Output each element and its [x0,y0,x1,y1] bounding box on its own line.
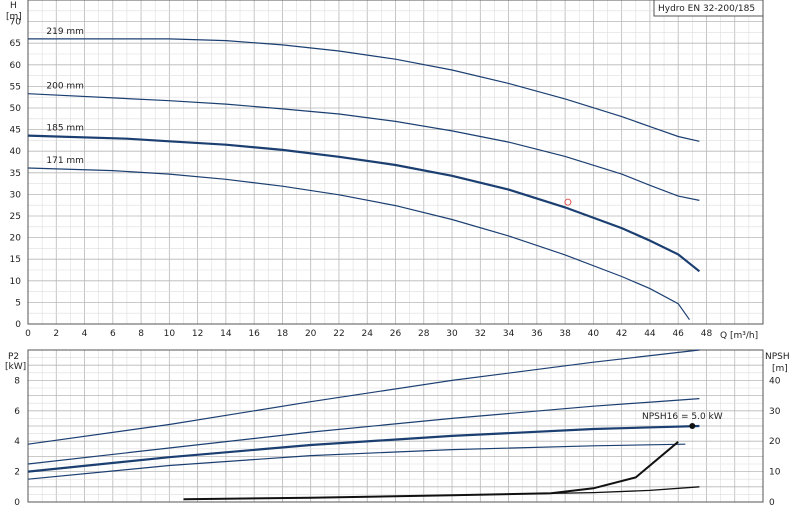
power-curve-1 [27,349,700,445]
x-tick-label: 10 [164,329,176,339]
x-tick-label: 6 [110,329,116,339]
x-tick-label: 14 [220,329,232,339]
y-tick-label: 55 [10,82,21,92]
y-tick-label: 60 [10,61,22,71]
power-tick-label: 8 [14,376,20,386]
power-npsh-curves: NPSH16 = 5.0 kW [27,349,723,501]
chart-title: Hydro EN 32-200/185 [658,4,755,14]
x-tick-label: 4 [82,329,88,339]
y-tick-label: 25 [10,212,21,222]
head-axis-unit: [m] [6,12,22,22]
x-tick-label: 32 [475,329,486,339]
x-tick-label: 36 [531,329,543,339]
x-tick-label: 46 [672,329,684,339]
npsh-tick-label: 40 [769,376,781,386]
head-axis-title: H [10,1,17,11]
x-tick-label: 38 [559,329,571,339]
x-tick-label: 24 [362,329,374,339]
power-tick-label: 4 [14,437,20,447]
power-tick-label: 6 [14,407,20,417]
impeller-label-200-mm: 200 mm [46,82,84,92]
power-axis-unit: [kW] [5,362,26,372]
impeller-label-171-mm: 171 mm [46,156,84,166]
impeller-label-185-mm: 185 mm [46,124,84,134]
y-tick-label: 20 [10,234,22,244]
x-tick-label: 12 [192,329,203,339]
x-tick-label: 20 [305,329,317,339]
npsh-tick-label: 0 [769,498,775,508]
power-point-annotation: NPSH16 = 5.0 kW [642,412,723,422]
x-tick-label: 40 [588,329,600,339]
y-tick-label: 10 [10,277,22,287]
npsh-axis-title: NPSH [765,352,790,362]
y-tick-label: 45 [10,126,21,136]
flow-axis-label: Q [m³/h] [720,331,758,341]
power-curve-2 [27,398,700,465]
power-chart-grid [27,349,764,503]
power-npsh-axis-ticks: 0 2 4 6 8 0 10 20 30 40 [14,376,780,508]
npsh-tick-label: 30 [769,407,781,417]
head-curve-185-mm [27,134,701,273]
y-tick-label: 30 [10,190,22,200]
x-tick-label: 18 [277,329,289,339]
power-axis-title: P2 [8,352,19,362]
pump-performance-chart: 219 mm200 mm185 mm171 mm 0 2 4 6 8 10 12 14 16 18… [5,0,790,508]
x-tick-label: 30 [446,329,458,339]
y-tick-label: 65 [10,39,21,49]
x-tick-label: 0 [25,329,31,339]
x-tick-label: 34 [503,329,515,339]
y-tick-label: 0 [15,320,21,330]
power-point-marker [689,423,696,429]
x-tick-label: 44 [644,329,656,339]
x-tick-label: 42 [616,329,627,339]
power-tick-label: 0 [14,498,20,508]
power-tick-label: 2 [14,468,20,478]
y-tick-label: 35 [10,169,21,179]
x-tick-label: 48 [701,329,713,339]
x-tick-label: 16 [248,329,260,339]
y-tick-label: 15 [10,255,21,265]
npsh-axis-unit: [m] [772,364,788,374]
head-curves: 219 mm 200 mm 185 mm 171 mm [27,27,701,321]
npsh-tick-label: 10 [769,468,781,478]
y-tick-label: 5 [15,298,21,308]
x-tick-label: 26 [390,329,402,339]
head-axis-ticks: 0 2 4 6 8 10 12 14 16 18 20 22 24 26 28 30 32 34 36 38 40 42 4… [10,18,713,339]
y-tick-label: 50 [10,104,22,114]
x-tick-label: 22 [333,329,344,339]
y-tick-label: 40 [10,147,22,157]
impeller-label-219-mm: 219 mm [46,27,84,37]
x-tick-label: 28 [418,329,430,339]
x-tick-label: 8 [138,329,144,339]
head-chart-grid [27,0,764,325]
duty-point-marker [564,198,572,206]
npsh-tick-label: 20 [769,437,781,447]
x-tick-label: 2 [53,329,59,339]
